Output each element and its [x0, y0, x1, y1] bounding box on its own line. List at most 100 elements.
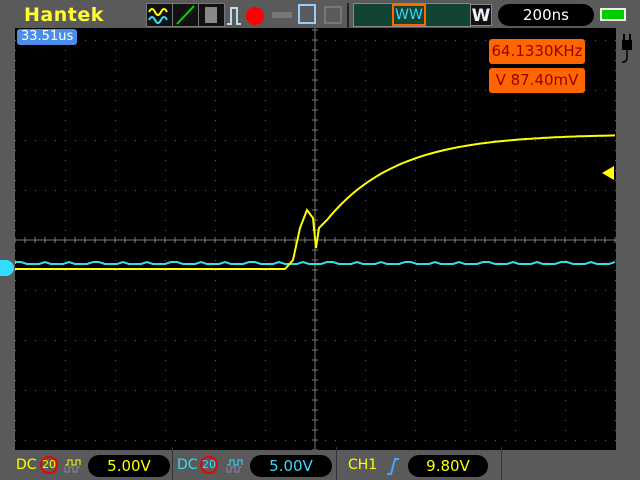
window-button[interactable]: W — [470, 4, 492, 26]
ch1-coupling[interactable]: DC — [16, 457, 37, 473]
grid-dot — [575, 140, 576, 141]
grid-dot — [415, 360, 416, 361]
grid-dot — [235, 440, 236, 441]
grid-dot — [65, 220, 66, 221]
grid-dot — [305, 340, 306, 341]
grid-dot — [85, 340, 86, 341]
grid-dot — [555, 390, 556, 391]
grid-dot — [225, 190, 226, 191]
ch1-scale[interactable]: 5.00V — [88, 455, 170, 477]
grid-dot — [435, 390, 436, 391]
grid-dot — [15, 260, 16, 261]
grid-dot — [255, 440, 256, 441]
grid-dot — [15, 440, 16, 441]
grid-dot — [465, 250, 466, 251]
grid-dot — [475, 140, 476, 141]
grid-dot — [175, 340, 176, 341]
grid-dot — [145, 390, 146, 391]
grid-dot — [425, 340, 426, 341]
grid-dot — [205, 190, 206, 191]
waveform-navigator[interactable]: WW — [353, 3, 471, 27]
grid-dot — [535, 290, 536, 291]
grid-dot — [365, 150, 366, 151]
dual-wave-icon[interactable] — [146, 3, 173, 27]
grid-dot — [305, 190, 306, 191]
grid-dot — [415, 110, 416, 111]
divider — [501, 447, 502, 480]
grid-dot — [465, 190, 466, 191]
ch2-bw-limit[interactable]: 20 — [200, 456, 218, 474]
ch2-scale[interactable]: 5.00V — [250, 455, 332, 477]
grid-dot — [615, 330, 616, 331]
grid-dot — [295, 290, 296, 291]
ch1-bw-limit[interactable]: 20 — [40, 456, 58, 474]
grid-dot — [225, 340, 226, 341]
grid-dot — [215, 360, 216, 361]
grid-dot — [515, 230, 516, 231]
grid-dot — [515, 110, 516, 111]
channel-ground-marker[interactable] — [0, 260, 14, 276]
grid-dot — [395, 340, 396, 341]
pulse-icon[interactable] — [226, 4, 244, 30]
grid-dot — [405, 190, 406, 191]
grid-dot — [35, 190, 36, 191]
grid-dot — [325, 190, 326, 191]
grid-dot — [215, 140, 216, 141]
grid-dot — [105, 140, 106, 141]
grid-dot — [485, 390, 486, 391]
grid-dot — [335, 440, 336, 441]
grid-dot — [355, 40, 356, 41]
trigger-source[interactable]: CH1 — [348, 457, 377, 473]
grid-dot — [65, 190, 66, 191]
grid-dot — [55, 140, 56, 141]
grid-dot — [135, 440, 136, 441]
grid-dot — [405, 40, 406, 41]
ch2-coupling[interactable]: DC — [177, 457, 198, 473]
persistence-icon[interactable] — [198, 3, 225, 27]
grid-dot — [15, 80, 16, 81]
grid-dot — [595, 90, 596, 91]
grid-dot — [415, 340, 416, 341]
grid-dot — [575, 190, 576, 191]
grid-dot — [115, 200, 116, 201]
grid-dot — [35, 340, 36, 341]
grid-dot — [135, 90, 136, 91]
record-icon[interactable] — [246, 7, 264, 25]
grid-dot — [415, 260, 416, 261]
grid-dot — [365, 70, 366, 71]
grid-dot — [215, 430, 216, 431]
grid-dot — [65, 410, 66, 411]
grid-dot — [165, 110, 166, 111]
grid-dot — [15, 180, 16, 181]
trigger-level[interactable]: 9.80V — [408, 455, 488, 477]
trigger-position-label[interactable]: 33.51us — [17, 29, 78, 45]
grid-dot — [415, 90, 416, 91]
grid-dot — [345, 90, 346, 91]
grid-dot — [165, 280, 166, 281]
grid-dot — [45, 290, 46, 291]
divider — [172, 447, 173, 480]
grid-dot — [215, 190, 216, 191]
grid-dot — [115, 50, 116, 51]
grid-dot — [265, 80, 266, 81]
line-icon[interactable] — [172, 3, 199, 27]
save-icon[interactable] — [298, 4, 316, 24]
grid-dot — [165, 320, 166, 321]
grid-dot — [365, 430, 366, 431]
grid-dot — [565, 420, 566, 421]
grid-dot — [215, 290, 216, 291]
grid-dot — [415, 150, 416, 151]
grid-dot — [165, 160, 166, 161]
grid-dot — [85, 140, 86, 141]
grid-dot — [535, 390, 536, 391]
grid-dot — [205, 390, 206, 391]
trigger-level-marker[interactable] — [602, 166, 614, 180]
timebase-display[interactable]: 200ns — [498, 4, 594, 26]
grid-dot — [65, 180, 66, 181]
grid-dot — [15, 130, 16, 131]
grid-dot — [205, 140, 206, 141]
grid-dot — [415, 40, 416, 41]
grid-dot — [295, 190, 296, 191]
view-window[interactable]: WW — [392, 4, 426, 26]
grid-dot — [585, 90, 586, 91]
